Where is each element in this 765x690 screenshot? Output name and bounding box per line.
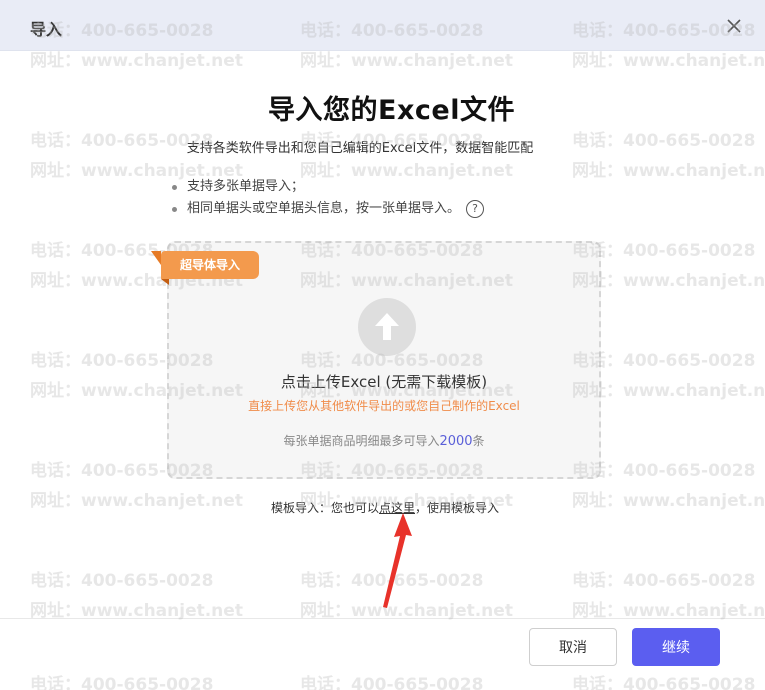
list-item: 支持多张单据导入； (172, 176, 484, 198)
limit-prefix: 每张单据商品明细最多可导入 (283, 434, 440, 448)
bullet-dot-icon (172, 184, 177, 190)
page-title: 导入您的Excel文件 (268, 95, 515, 126)
template-prefix: 模板导入：您也可以 (270, 501, 379, 515)
badge-fold (151, 251, 161, 265)
import-dialog: 导入 导入您的Excel文件 支持各类软件导出和您自己编辑的Excel文件，数据… (0, 0, 765, 690)
dialog-titlebar: 导入 (0, 0, 765, 51)
watermark-phone: 电话：400-665-0028 (572, 571, 756, 591)
watermark-website: 网址：www.chanjet.net (572, 161, 765, 181)
superconductor-import-badge: 超导体导入 (151, 251, 259, 285)
dialog-title: 导入 (30, 20, 63, 39)
upload-primary-text: 点击上传Excel (无需下载模板) (280, 373, 488, 391)
list-item: 相同单据头或空单据头信息，按一张单据导入。 ? (172, 198, 485, 220)
bullet-dot-icon (172, 206, 177, 212)
annotation-arrow-icon (383, 513, 412, 608)
close-icon[interactable] (722, 14, 746, 38)
upload-arrow-icon (358, 298, 416, 356)
feature-text: 相同单据头或空单据头信息，按一张单据导入。 (187, 201, 461, 216)
feature-list: 支持多张单据导入； 相同单据头或空单据头信息，按一张单据导入。 ? (172, 176, 485, 220)
limit-suffix: 条 (472, 434, 485, 448)
limit-number: 2000 (439, 434, 473, 449)
upload-limit-text: 每张单据商品明细最多可导入2000条 (169, 432, 599, 449)
watermark-phone: 电话：400-665-0028 (30, 571, 214, 591)
page-subtitle: 支持各类软件导出和您自己编辑的Excel文件，数据智能匹配 (186, 141, 534, 156)
badge-tail (161, 279, 169, 285)
feature-text: 支持多张单据导入； (187, 179, 305, 194)
dialog-footer: 取消 继续 (0, 618, 765, 690)
template-suffix: ，使用模板导入 (415, 501, 500, 515)
question-help-icon[interactable]: ? (466, 200, 485, 218)
badge-label: 超导体导入 (161, 251, 259, 279)
continue-button[interactable]: 继续 (632, 628, 720, 666)
cancel-button[interactable]: 取消 (529, 628, 617, 666)
upload-secondary-text: 直接上传您从其他软件导出的或您自己制作的Excel (248, 399, 520, 413)
